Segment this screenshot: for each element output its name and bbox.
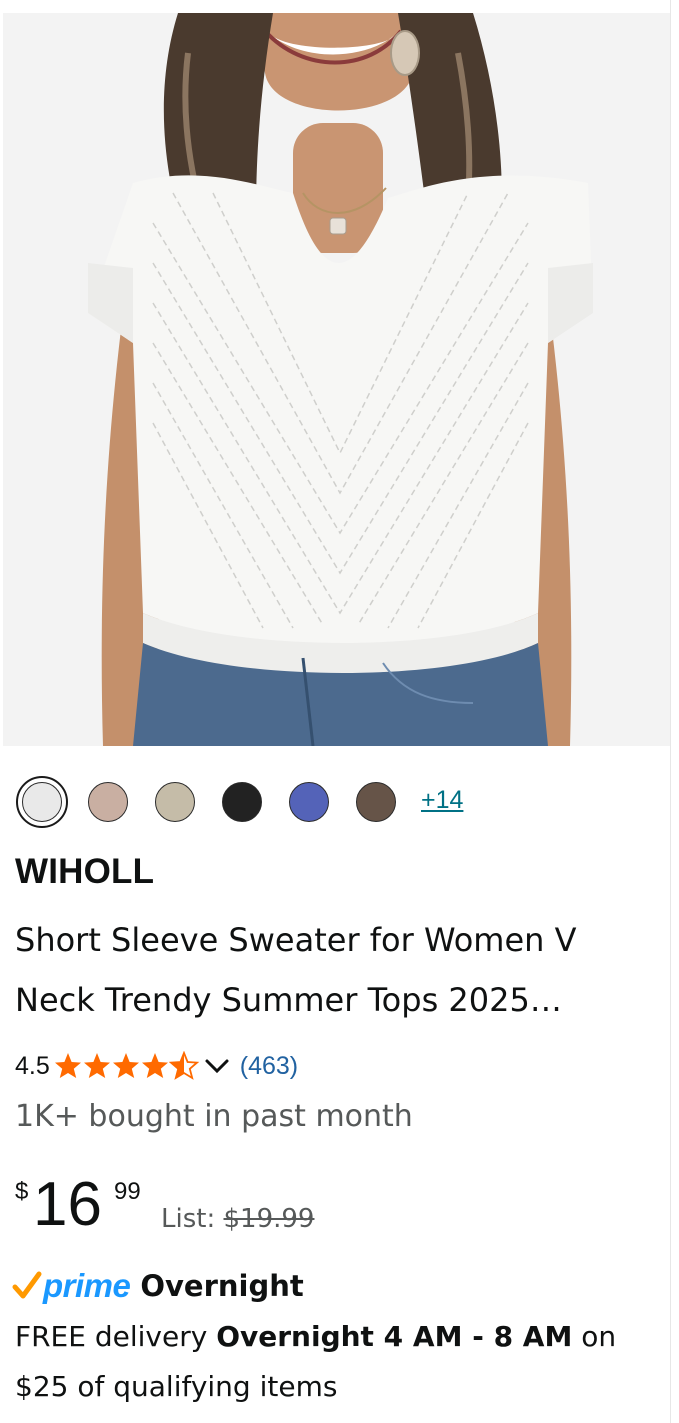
list-price: $19.99 — [223, 1204, 315, 1234]
color-swatches: +14 — [16, 776, 636, 828]
star-icon — [141, 1053, 168, 1078]
brand-name: WIHOLL — [15, 852, 155, 891]
swatch-blue[interactable] — [289, 782, 329, 822]
star-icon — [112, 1053, 139, 1078]
rating-row: 4.5 (463) — [15, 1046, 298, 1086]
delivery-info: FREE delivery Overnight 4 AM - 8 AM on $… — [15, 1312, 665, 1412]
prime-speed: Overnight — [140, 1269, 304, 1303]
price-fraction: 99 — [114, 1178, 141, 1205]
list-price-group: List: $19.99 — [161, 1204, 314, 1234]
swatch-khaki[interactable] — [155, 782, 195, 822]
star-icon — [83, 1053, 110, 1078]
more-colors-link[interactable]: +14 — [421, 786, 463, 815]
product-title-line-1[interactable]: Short Sleeve Sweater for Women V — [15, 910, 660, 970]
prime-badge: prime Overnight — [12, 1264, 304, 1308]
delivery-window: Overnight 4 AM - 8 AM — [216, 1320, 573, 1353]
product-photo-illustration — [3, 13, 670, 746]
price-whole: 16 — [33, 1170, 102, 1239]
product-title-line-2[interactable]: Neck Trendy Summer Tops 2025… — [15, 970, 660, 1030]
delivery-prefix: FREE delivery — [15, 1320, 208, 1353]
rating-value: 4.5 — [15, 1051, 50, 1080]
star-icon — [54, 1053, 81, 1078]
swatch-black[interactable] — [222, 782, 262, 822]
list-price-label: List: — [161, 1204, 216, 1234]
bought-count: 1K+ bought in past month — [15, 1099, 413, 1134]
prime-check-icon — [12, 1271, 42, 1299]
half-star-icon — [169, 1052, 198, 1079]
product-image[interactable] — [3, 13, 670, 746]
star-rating[interactable] — [54, 1051, 202, 1081]
swatch-white[interactable] — [22, 782, 62, 822]
swatch-beige-pink[interactable] — [88, 782, 128, 822]
card-border — [670, 0, 671, 1423]
product-title[interactable]: Short Sleeve Sweater for Women V Neck Tr… — [15, 910, 660, 1030]
star-icons — [54, 1052, 198, 1079]
swatch-brown[interactable] — [356, 782, 396, 822]
review-count-link[interactable]: (463) — [240, 1052, 298, 1081]
prime-logo: prime — [43, 1267, 131, 1304]
chevron-down-icon[interactable] — [204, 1056, 230, 1076]
price-symbol: $ — [15, 1178, 29, 1205]
product-card[interactable]: +14 WIHOLL Short Sleeve Sweater for Wome… — [0, 0, 679, 1423]
